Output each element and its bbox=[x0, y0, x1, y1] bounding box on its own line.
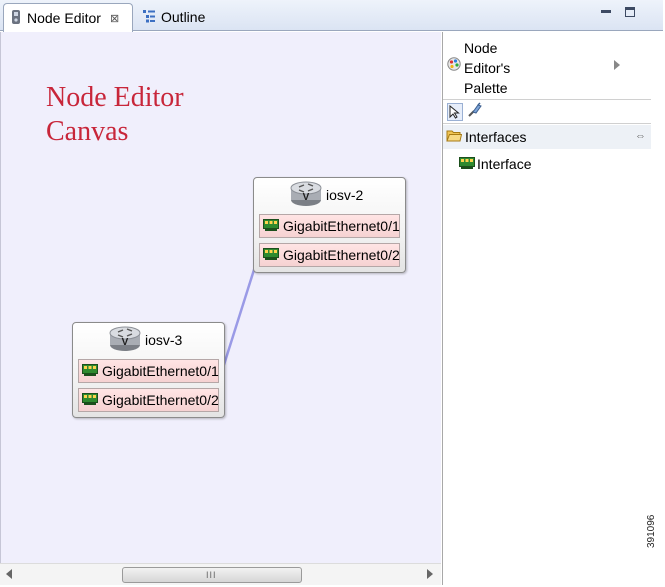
palette-toolbar bbox=[443, 100, 652, 124]
palette-title: Node Editor's Palette bbox=[464, 40, 511, 96]
network-card-icon bbox=[82, 363, 98, 379]
tab-node-editor[interactable]: Node Editor ⊠ bbox=[3, 3, 133, 32]
node-editor-canvas[interactable]: Node Editor Canvas V iosv-2 GigabitEther… bbox=[0, 32, 441, 563]
interface-label: GigabitEthernet0/2 bbox=[283, 247, 400, 263]
interface-item[interactable]: GigabitEthernet0/2 bbox=[259, 243, 400, 267]
palette-icon bbox=[447, 57, 461, 74]
view-window-controls bbox=[601, 7, 635, 17]
node-editor-icon bbox=[10, 9, 22, 28]
maximize-icon[interactable] bbox=[625, 7, 635, 17]
network-card-icon bbox=[459, 156, 475, 172]
interface-label: GigabitEthernet0/2 bbox=[102, 392, 219, 408]
svg-text:V: V bbox=[303, 192, 310, 203]
router-icon: V bbox=[109, 326, 141, 355]
network-card-icon bbox=[82, 392, 98, 408]
palette-drawer-interfaces[interactable]: Interfaces ⇔ bbox=[443, 125, 652, 149]
close-tab-icon[interactable]: ⊠ bbox=[110, 12, 119, 25]
node-editor-palette: Node Editor's Palette Interfaces ⇔ Inter… bbox=[442, 32, 652, 585]
expand-arrow-icon[interactable] bbox=[614, 60, 620, 70]
tab-outline-label: Outline bbox=[161, 9, 206, 25]
outline-icon bbox=[142, 9, 156, 26]
tab-node-editor-label: Node Editor bbox=[27, 10, 101, 26]
interface-item[interactable]: GigabitEthernet0/2 bbox=[78, 388, 219, 412]
interface-item[interactable]: GigabitEthernet0/1 bbox=[259, 214, 400, 238]
scroll-right-icon[interactable] bbox=[427, 569, 433, 579]
interface-item[interactable]: GigabitEthernet0/1 bbox=[78, 359, 219, 383]
minimize-icon[interactable] bbox=[601, 9, 611, 13]
node-header: V iosv-2 bbox=[290, 180, 363, 210]
interface-label: GigabitEthernet0/1 bbox=[102, 363, 219, 379]
entry-label: Interface bbox=[477, 156, 532, 172]
tab-outline[interactable]: Outline bbox=[136, 3, 226, 31]
node-header: V iosv-3 bbox=[109, 325, 182, 355]
grip-icon: III bbox=[206, 570, 217, 580]
interface-label: GigabitEthernet0/1 bbox=[283, 218, 400, 234]
margin-strip bbox=[651, 32, 665, 587]
router-icon: V bbox=[290, 181, 322, 210]
pin-drawer-icon[interactable]: ⇔ bbox=[635, 130, 646, 142]
palette-entry-interface[interactable]: Interface bbox=[459, 154, 531, 174]
folder-icon bbox=[446, 129, 463, 145]
node-name: iosv-3 bbox=[145, 332, 183, 348]
figure-id: 391096 bbox=[646, 514, 657, 548]
drawer-label: Interfaces bbox=[465, 129, 527, 145]
router-node[interactable]: V iosv-2 GigabitEthernet0/1 GigabitEther… bbox=[253, 177, 406, 273]
network-card-icon bbox=[263, 218, 279, 234]
node-name: iosv-2 bbox=[326, 187, 364, 203]
scroll-left-icon[interactable] bbox=[6, 569, 12, 579]
router-node[interactable]: V iosv-3 GigabitEthernet0/1 GigabitEther… bbox=[72, 322, 225, 418]
network-card-icon bbox=[263, 247, 279, 263]
connection-tool-icon[interactable] bbox=[467, 102, 483, 121]
canvas-title: Node Editor Canvas bbox=[46, 82, 184, 147]
select-tool-icon[interactable] bbox=[447, 102, 463, 121]
scrollbar-thumb[interactable]: III bbox=[122, 567, 302, 583]
editor-tab-bar: Node Editor ⊠ Outline bbox=[0, 0, 663, 32]
palette-header[interactable]: Node Editor's Palette bbox=[443, 32, 652, 100]
svg-text:V: V bbox=[122, 337, 129, 348]
horizontal-scrollbar[interactable]: III bbox=[0, 563, 441, 585]
